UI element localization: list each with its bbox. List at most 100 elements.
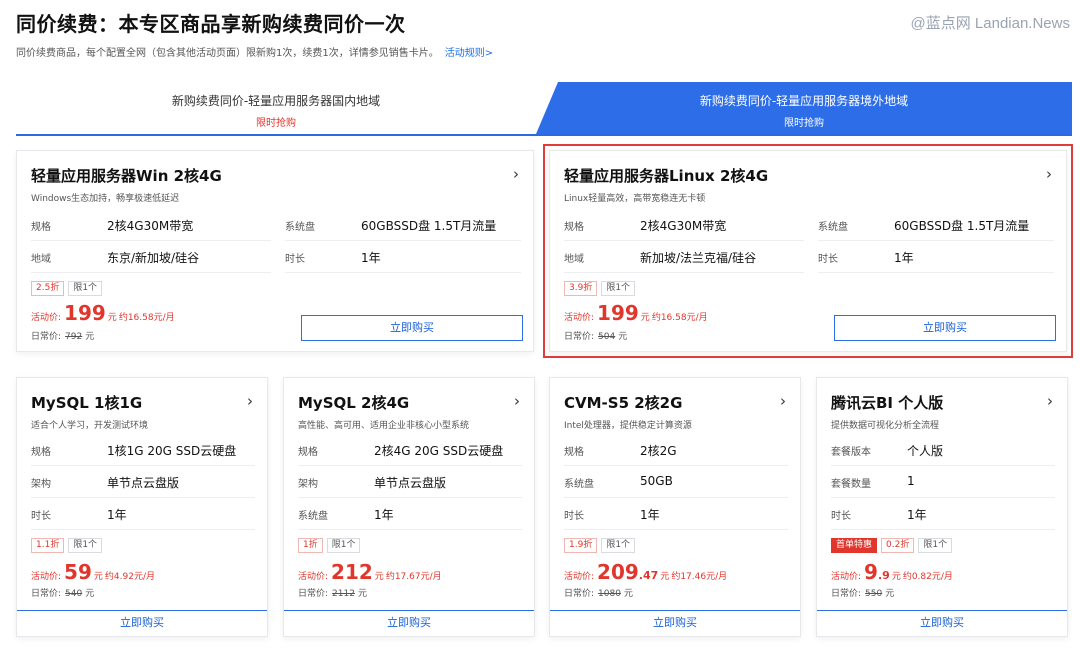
chevron-right-icon[interactable]: › (513, 165, 519, 183)
tab-overseas-sub: 限时抢购 (784, 118, 824, 129)
price-label: 活动价: (31, 572, 62, 582)
spec-value: 单节点云盘版 (107, 476, 180, 490)
product-card-mysql-1c1g[interactable]: MySQL 1核1G › 适合个人学习，开发测试环境 规格 1核1G 20G S… (16, 377, 268, 637)
watermark: @蓝点网 Landian.News (910, 15, 1070, 32)
spec-label: 规格 (564, 447, 584, 458)
card-title[interactable]: MySQL 1核1G (31, 392, 142, 413)
buy-button[interactable]: 立即购买 (834, 315, 1056, 341)
discount-badge: 3.9折 (564, 281, 598, 296)
chevron-right-icon[interactable]: › (780, 392, 786, 410)
spec-row: 地域 东京/新加坡/硅谷 (31, 241, 271, 273)
orig-label: 日常价: (831, 589, 862, 599)
spec-row: 规格 2核4G 20G SSD云硬盘 (298, 434, 522, 466)
badges: 1.1折 限1个 (31, 538, 103, 553)
spec-value: 个人版 (907, 444, 944, 458)
orig-label: 日常价: (564, 332, 595, 342)
region-tabs: 新购续费同价-轻量应用服务器国内地域 限时抢购 新购续费同价-轻量应用服务器境外… (16, 82, 1072, 136)
price-decimal: .9 (877, 569, 890, 582)
badges: 2.5折 限1个 (31, 281, 103, 296)
orig-unit: 元 (885, 589, 895, 599)
spec-row: 规格 2核2G (564, 434, 788, 466)
card-title[interactable]: 腾讯云BI 个人版 (831, 392, 943, 413)
chevron-right-icon[interactable]: › (247, 392, 253, 410)
spec-row: 系统盘 50GB (564, 466, 788, 498)
product-card-mysql-2c4g[interactable]: MySQL 2核4G › 高性能、高可用、适用企业非核心小型系统 规格 2核4G… (283, 377, 535, 637)
buy-button[interactable]: 立即购买 (17, 610, 267, 636)
card-desc: 适合个人学习，开发测试环境 (31, 421, 149, 431)
orig-price: 1080 (598, 589, 621, 599)
card-desc: Intel处理器，提供稳定计算资源 (564, 421, 692, 431)
spec-value: 2核4G 20G SSD云硬盘 (374, 444, 504, 458)
product-card-linux[interactable]: 轻量应用服务器Linux 2核4G › Linux轻量高效，高带宽稳连无卡顿 规… (543, 144, 1073, 358)
price-value: 59 (64, 560, 92, 584)
spec-row: 时长 1年 (831, 498, 1055, 530)
product-card-win[interactable]: 轻量应用服务器Win 2核4G › Windows生态加持，畅享极速低延迟 规格… (16, 150, 534, 352)
card-title[interactable]: 轻量应用服务器Win 2核4G (31, 165, 222, 186)
buy-button[interactable]: 立即购买 (301, 315, 523, 341)
spec-label: 时长 (818, 254, 838, 265)
orig-unit: 元 (357, 589, 367, 599)
orig-unit: 元 (85, 332, 95, 342)
buy-button[interactable]: 立即购买 (817, 610, 1067, 636)
orig-label: 日常价: (298, 589, 329, 599)
buy-button[interactable]: 立即购买 (284, 610, 534, 636)
product-card-bi[interactable]: 腾讯云BI 个人版 › 提供数据可视化分析全流程 套餐版本 个人版 套餐数量 1… (816, 377, 1068, 637)
limit-badge: 限1个 (601, 281, 636, 296)
orig-price-line: 日常价: 2112 元 (298, 586, 367, 599)
spec-row: 规格 1核1G 20G SSD云硬盘 (31, 434, 255, 466)
spec-value: 60GBSSD盘 1.5T月流量 (361, 219, 497, 233)
tab-overseas[interactable]: 新购续费同价-轻量应用服务器境外地域 限时抢购 (536, 82, 1072, 134)
tab-domestic[interactable]: 新购续费同价-轻量应用服务器国内地域 限时抢购 (16, 82, 536, 134)
price-value: 199 (597, 301, 639, 325)
price-unit: 元 (93, 572, 103, 582)
orig-label: 日常价: (31, 332, 62, 342)
chevron-right-icon[interactable]: › (1046, 165, 1052, 183)
rule-link[interactable]: 活动规则> (445, 48, 493, 59)
card-desc: 高性能、高可用、适用企业非核心小型系统 (298, 421, 470, 431)
spec-label: 套餐版本 (831, 447, 871, 458)
price-value: 209 (597, 560, 639, 584)
product-card-cvm-s5[interactable]: CVM-S5 2核2G › Intel处理器，提供稳定计算资源 规格 2核2G … (549, 377, 801, 637)
orig-price: 550 (865, 589, 883, 599)
orig-price: 540 (65, 589, 83, 599)
spec-row: 地域 新加坡/法兰克福/硅谷 (564, 241, 804, 273)
spec-value: 新加坡/法兰克福/硅谷 (640, 251, 757, 265)
buy-button[interactable]: 立即购买 (550, 610, 800, 636)
spec-value: 1核1G 20G SSD云硬盘 (107, 444, 237, 458)
price-line: 活动价: 59 元约4.92元/月 (31, 560, 155, 584)
price-unit: 元 (660, 572, 670, 582)
spec-label: 规格 (31, 222, 51, 233)
orig-unit: 元 (623, 589, 633, 599)
tab-overseas-title: 新购续费同价-轻量应用服务器境外地域 (699, 94, 909, 108)
card-title[interactable]: 轻量应用服务器Linux 2核4G (564, 165, 768, 186)
spec-row: 架构 单节点云盘版 (298, 466, 522, 498)
orig-label: 日常价: (564, 589, 595, 599)
spec-value: 1年 (361, 251, 381, 265)
orig-price-line: 日常价: 540 元 (31, 586, 94, 599)
price-monthly: 约4.92元/月 (104, 572, 155, 582)
spec-label: 时长 (31, 511, 51, 522)
limit-badge: 限1个 (68, 281, 103, 296)
spec-row: 时长 1年 (818, 241, 1054, 273)
price-monthly: 约17.67元/月 (385, 572, 442, 582)
spec-label: 时长 (831, 511, 851, 522)
price-line: 活动价: 199 元约16.58元/月 (564, 301, 708, 325)
card-title[interactable]: MySQL 2核4G (298, 392, 409, 413)
spec-label: 系统盘 (564, 479, 594, 490)
spec-value: 1 (907, 474, 915, 488)
price-unit: 元 (891, 572, 901, 582)
spec-value: 东京/新加坡/硅谷 (107, 251, 200, 265)
spec-value: 2核2G (640, 444, 677, 458)
spec-label: 规格 (564, 222, 584, 233)
spec-value: 60GBSSD盘 1.5T月流量 (894, 219, 1030, 233)
chevron-right-icon[interactable]: › (1047, 392, 1053, 410)
card-title[interactable]: CVM-S5 2核2G (564, 392, 682, 413)
badges: 3.9折 限1个 (564, 281, 636, 296)
price-line: 活动价: 209.47 元约17.46元/月 (564, 560, 727, 584)
spec-label: 架构 (298, 479, 318, 490)
spec-label: 套餐数量 (831, 479, 871, 490)
chevron-right-icon[interactable]: › (514, 392, 520, 410)
limit-badge: 限1个 (68, 538, 103, 553)
discount-badge: 0.2折 (881, 538, 915, 553)
spec-row: 套餐版本 个人版 (831, 434, 1055, 466)
